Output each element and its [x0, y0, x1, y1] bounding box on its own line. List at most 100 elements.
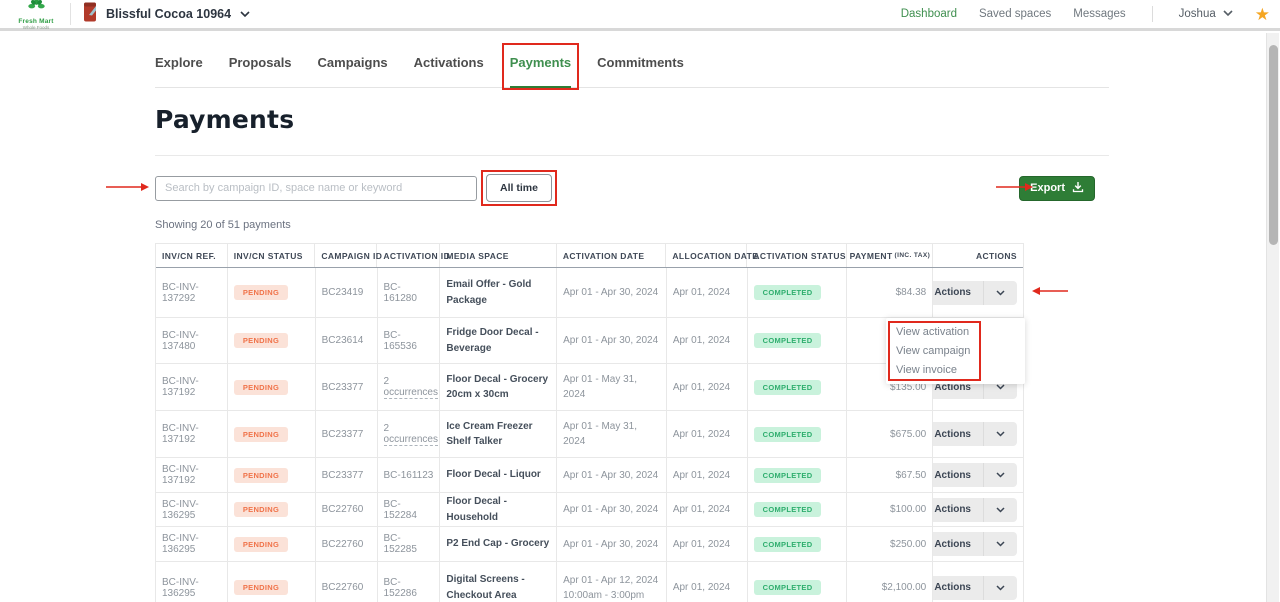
nav-messages[interactable]: Messages [1073, 8, 1125, 20]
cell-inv-ref: BC-INV-136295 [156, 527, 228, 561]
cell-activation-status: COMPLETED [748, 411, 848, 457]
actions-button[interactable]: Actions [933, 575, 1017, 600]
cell-media-space: Floor Decal - Household [440, 493, 558, 526]
table-row: BC-INV-136295 PENDING BC22760 BC-152284 Floo… [156, 493, 1023, 527]
cell-allocation-date: Apr 01, 2024 [667, 562, 748, 602]
cell-inv-ref: BC-INV-136295 [156, 562, 228, 602]
chevron-down-icon [984, 289, 1017, 296]
activation-id-text: BC-152285 [383, 533, 417, 555]
payments-table: INV/CN REF. INV/CN STATUS CAMPAIGN ID ACTIV… [155, 243, 1024, 602]
status-badge: COMPLETED [753, 285, 822, 300]
actions-button[interactable]: Actions [933, 422, 1017, 446]
cell-activation-date: Apr 01 - May 31, 2024 [557, 411, 667, 457]
cell-activation-status: COMPLETED [748, 458, 848, 492]
cell-actions: Actions [933, 268, 1023, 317]
menu-item-view-activation[interactable]: View activation [886, 324, 1025, 340]
nav-saved-spaces[interactable]: Saved spaces [979, 8, 1051, 20]
actions-button-label: Actions [934, 287, 971, 298]
cell-campaign-id: BC22760 [316, 562, 378, 602]
column-header-inv-cn-status: INV/CN STATUS [228, 244, 316, 267]
table-row: BC-INV-137292 PENDING BC23419 BC-161280 Emai… [156, 268, 1023, 318]
cell-media-space: Fridge Door Decal - Beverage [440, 318, 558, 363]
table-header-row: INV/CN REF. INV/CN STATUS CAMPAIGN ID ACTIV… [156, 243, 1023, 268]
tab-proposals[interactable]: Proposals [229, 55, 292, 87]
chevron-down-icon [984, 541, 1017, 547]
cell-payment: $250.00 [847, 527, 934, 561]
cell-media-space: Floor Decal - Grocery 20cm x 30cm [440, 364, 558, 410]
cell-activation-status: COMPLETED [748, 268, 848, 317]
cell-activation-id: 2 occurrences [378, 411, 441, 457]
workspace-label: Blissful Cocoa 10964 [106, 7, 232, 21]
cell-allocation-date: Apr 01, 2024 [667, 364, 748, 410]
cell-inv-status: PENDING [228, 411, 316, 457]
controls-row: All time Export [155, 170, 1109, 206]
actions-button-label: Actions [934, 538, 971, 550]
nav-dashboard[interactable]: Dashboard [901, 8, 957, 20]
menu-item-view-invoice[interactable]: View invoice [886, 362, 1025, 378]
column-header-allocation-date: ALLOCATION DATE [666, 244, 758, 267]
scrollbar-thumb[interactable] [1268, 45, 1278, 245]
date-filter-button[interactable]: All time [486, 174, 552, 202]
cell-activation-status: COMPLETED [748, 562, 848, 602]
chevron-down-icon [984, 384, 1017, 390]
tab-payments[interactable]: Payments [501, 43, 580, 90]
cell-media-space: Email Offer - Gold Package [440, 268, 558, 317]
cell-campaign-id: BC22760 [316, 527, 378, 561]
scrollbar-track[interactable] [1266, 33, 1279, 602]
cell-allocation-date: Apr 01, 2024 [667, 458, 748, 492]
tab-explore[interactable]: Explore [155, 55, 203, 87]
cell-activation-date: Apr 01 - Apr 30, 2024 [557, 268, 667, 317]
activation-id-text: BC-161280 [383, 281, 417, 304]
activation-id-text: BC-165536 [383, 329, 417, 352]
annotation-arrow-search [106, 183, 149, 191]
cell-activation-status: COMPLETED [748, 493, 848, 526]
workspace-selector[interactable]: Blissful Cocoa 10964 [83, 2, 250, 27]
occurrences-link[interactable]: 2 occurrences [383, 423, 438, 446]
menu-item-view-campaign[interactable]: View campaign [886, 343, 1025, 359]
column-header-activation-date: ACTIVATION DATE [557, 244, 667, 267]
actions-dropdown-menu: View activation View campaign View invoi… [886, 318, 1025, 384]
status-badge: PENDING [233, 536, 289, 552]
divider [155, 155, 1109, 156]
status-badge: PENDING [233, 379, 289, 395]
cell-inv-ref: BC-INV-137192 [156, 411, 228, 457]
tab-commitments[interactable]: Commitments [597, 55, 684, 87]
chevron-down-icon [984, 472, 1017, 478]
table-row: BC-INV-136295 PENDING BC22760 BC-152286 Digi… [156, 562, 1023, 602]
cell-activation-id: BC-161280 [378, 268, 441, 317]
actions-button-label: Actions [934, 582, 971, 593]
status-badge: PENDING [233, 333, 289, 348]
cell-campaign-id: BC23419 [316, 268, 378, 317]
page-title: Payments [155, 105, 295, 134]
export-button[interactable]: Export [1019, 175, 1095, 201]
search-input[interactable] [155, 175, 477, 201]
tab-activations[interactable]: Activations [414, 55, 484, 87]
occurrences-link[interactable]: 2 occurrences [383, 376, 438, 399]
cell-allocation-date: Apr 01, 2024 [667, 493, 748, 526]
tab-campaigns[interactable]: Campaigns [318, 55, 388, 87]
status-badge: COMPLETED [753, 502, 822, 517]
activation-id-text: BC-152284 [383, 498, 417, 521]
cell-campaign-id: BC23377 [316, 364, 378, 410]
freshmart-logo[interactable]: Fresh Mart Whole Foods [14, 0, 58, 30]
status-badge: PENDING [233, 580, 289, 595]
status-badge: PENDING [233, 285, 289, 300]
logo-subtitle: Whole Foods [22, 25, 50, 30]
cell-activation-id: BC-165536 [378, 318, 441, 363]
user-menu[interactable]: Joshua [1179, 8, 1233, 20]
cell-campaign-id: BC23377 [316, 411, 378, 457]
actions-button[interactable]: Actions [933, 497, 1017, 522]
actions-button[interactable]: Actions [933, 532, 1017, 556]
cell-allocation-date: Apr 01, 2024 [667, 318, 748, 363]
cell-payment: $2,100.00 [847, 562, 934, 602]
cell-activation-status: COMPLETED [748, 527, 848, 561]
cell-campaign-id: BC22760 [316, 493, 378, 526]
cell-media-space: Floor Decal - Liquor [440, 458, 558, 492]
actions-button[interactable]: Actions [933, 463, 1017, 487]
status-badge: COMPLETED [753, 580, 822, 595]
favorite-star-icon[interactable]: ★ [1255, 6, 1270, 23]
actions-button[interactable]: Actions [933, 280, 1017, 305]
cell-activation-date: Apr 01 - Apr 30, 2024 [557, 318, 667, 363]
cell-inv-status: PENDING [228, 527, 316, 561]
freshmart-logo-icon [27, 0, 45, 18]
